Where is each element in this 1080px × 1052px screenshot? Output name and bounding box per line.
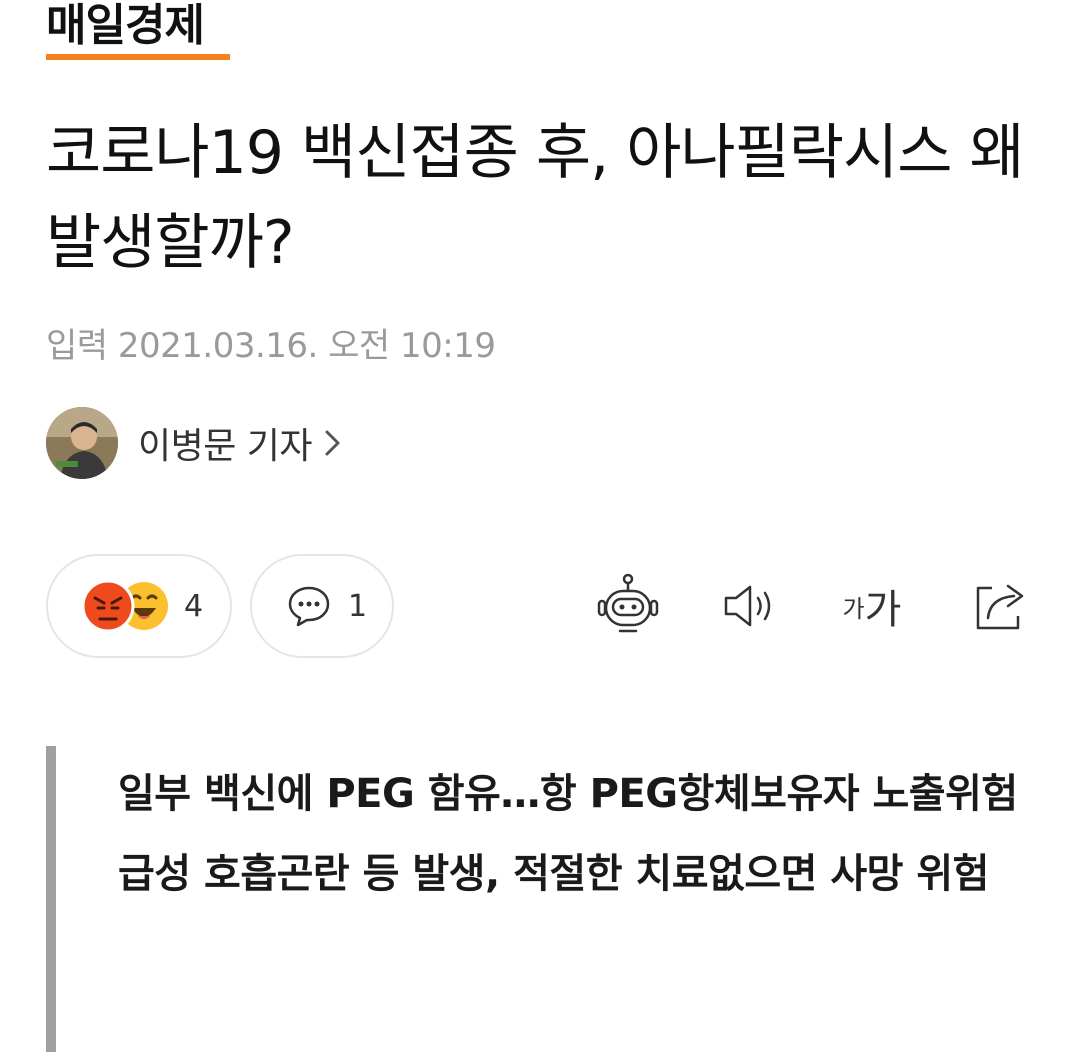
reactions-button[interactable]: 4 <box>46 554 232 658</box>
published-timestamp: 입력 2021.03.16. 오전 10:19 <box>46 326 496 366</box>
share-button[interactable] <box>960 566 1040 646</box>
robot-icon <box>597 573 659 633</box>
article-summary: 일부 백신에 PEG 함유…항 PEG항체보유자 노출위험 급성 호흡곤란 등 … <box>46 746 1036 1052</box>
angry-face-icon <box>81 579 135 633</box>
author-photo-icon <box>46 407 118 479</box>
font-size-small-label: 가 <box>842 594 865 623</box>
reaction-emojis <box>81 579 168 633</box>
brand-logo-text: 매일경제 <box>46 0 205 51</box>
speech-bubble-icon <box>288 586 330 627</box>
comment-count: 1 <box>348 588 368 624</box>
font-size-large-label: 가 <box>864 587 902 633</box>
author-name: 이병문 기자 <box>138 426 313 467</box>
summary-bot-button[interactable] <box>588 566 668 646</box>
author-link[interactable]: 이병문 기자 <box>46 406 342 480</box>
summary-accent-bar <box>46 746 56 1052</box>
share-icon <box>976 584 1024 630</box>
brand-logo-underline <box>46 54 230 60</box>
brand-logo[interactable]: 매일경제 <box>46 0 230 60</box>
summary-list: 일부 백신에 PEG 함유…항 PEG항체보유자 노출위험 급성 호흡곤란 등 … <box>118 754 1028 914</box>
article-page: 매일경제 코로나19 백신접종 후, 아나필락시스 왜 발생할까? 입력 202… <box>0 0 1080 1052</box>
speaker-icon <box>724 585 771 627</box>
summary-line: 일부 백신에 PEG 함유…항 PEG항체보유자 노출위험 <box>118 771 1018 817</box>
author-avatar <box>46 407 118 479</box>
article-title: 코로나19 백신접종 후, 아나필락시스 왜 발생할까? <box>46 118 1025 278</box>
text-to-speech-button[interactable] <box>710 566 790 646</box>
summary-line: 급성 호흡곤란 등 발생, 적절한 치료없으면 사망 위험 <box>118 851 989 897</box>
comments-button[interactable]: 1 <box>250 554 394 658</box>
reaction-count: 4 <box>184 588 204 624</box>
font-size-button[interactable]: 가가 <box>832 566 912 646</box>
chevron-right-icon <box>325 430 340 456</box>
